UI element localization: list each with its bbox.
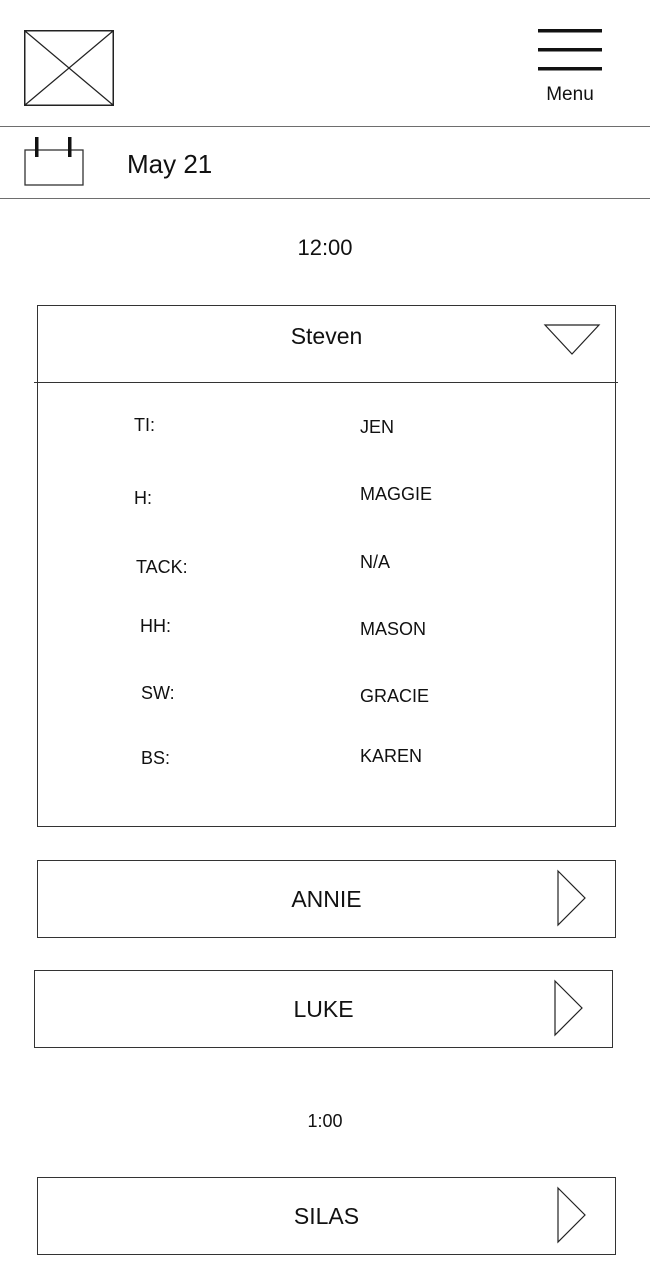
- rider-name: Steven: [290, 323, 363, 349]
- date-label[interactable]: May 21: [127, 148, 212, 180]
- assignment-value: MAGGIE: [360, 484, 433, 504]
- assignment-label: H:: [134, 488, 152, 508]
- menu-button[interactable]: Menu: [530, 24, 610, 110]
- time-slot-heading: 1:00: [307, 1111, 343, 1131]
- assignment-value: N/A: [360, 552, 391, 572]
- rider-name: SILAS: [293, 1203, 360, 1229]
- rider-card-header[interactable]: Steven: [38, 306, 615, 382]
- assignment-label: TACK:: [136, 557, 188, 577]
- triangle-right-icon: [554, 979, 583, 1037]
- rider-name: LUKE: [293, 996, 354, 1022]
- assignment-value: MASON: [360, 619, 427, 639]
- triangle-down-icon: [543, 324, 601, 355]
- time-slot-heading: 12:00: [297, 235, 353, 260]
- assignment-label: TI:: [134, 415, 155, 435]
- assignment-label: BS:: [141, 748, 171, 768]
- triangle-right-icon: [557, 1186, 586, 1244]
- assignment-value: GRACIE: [360, 686, 430, 706]
- calendar-icon[interactable]: [24, 135, 86, 187]
- hamburger-icon: [538, 29, 602, 71]
- date-bar-divider: [0, 198, 650, 199]
- rider-name: ANNIE: [291, 886, 362, 912]
- logo-placeholder-image: [24, 30, 114, 106]
- assignment-label: SW:: [141, 683, 175, 703]
- assignment-value: KAREN: [360, 746, 423, 766]
- triangle-right-icon: [557, 869, 586, 927]
- assignment-label: HH:: [140, 616, 171, 636]
- rider-card-collapsed[interactable]: ANNIE: [37, 860, 616, 938]
- assignment-value: JEN: [360, 417, 395, 437]
- header-divider: [0, 126, 650, 127]
- rider-card-collapsed[interactable]: SILAS: [37, 1177, 616, 1255]
- rider-card-collapsed[interactable]: LUKE: [34, 970, 613, 1048]
- menu-label: Menu: [546, 84, 594, 105]
- rider-card-expanded: Steven: [37, 305, 616, 827]
- rider-card-divider: [34, 382, 618, 383]
